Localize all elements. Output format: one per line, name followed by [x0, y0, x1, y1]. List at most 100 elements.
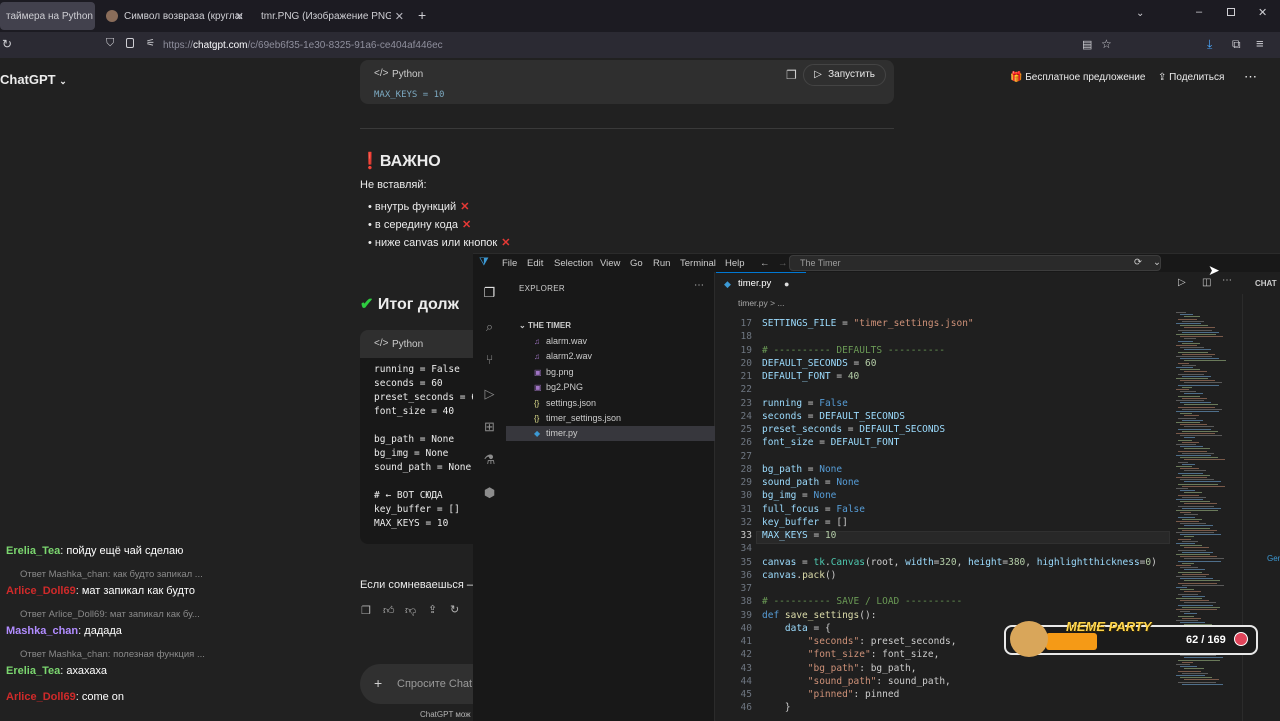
minimap-line — [1178, 681, 1216, 683]
copy-icon[interactable]: ❐ — [786, 68, 797, 82]
reader-view-icon[interactable]: ▤ — [1082, 38, 1092, 51]
minimap-line — [1182, 485, 1225, 487]
code-line[interactable]: "bg_path": bg_path, — [762, 663, 917, 674]
code-line[interactable]: bg_path = None — [762, 464, 842, 475]
code-line[interactable]: data = { — [762, 623, 831, 634]
bookmark-star-icon[interactable]: ☆ — [1101, 37, 1112, 51]
copy-icon[interactable]: ❐ — [361, 604, 371, 617]
code-line[interactable]: DEFAULT_FONT = 40 — [762, 371, 859, 382]
run-debug-icon[interactable]: ▷ — [481, 385, 498, 402]
share-button[interactable]: ⇪ Поделиться — [1158, 72, 1224, 83]
url-input[interactable]: https://chatgpt.com/c/69eb6f35-1e30-8325… — [163, 40, 443, 51]
code-line[interactable]: # ---------- SAVE / LOAD ---------- — [762, 596, 962, 607]
minimap-line — [1178, 505, 1214, 507]
minimap-line — [1176, 510, 1218, 511]
file-item[interactable]: ▣ bg2.PNG — [506, 380, 715, 395]
file-item[interactable]: ♫ alarm2.wav — [506, 349, 715, 364]
code-line[interactable]: canvas.pack() — [762, 570, 836, 581]
command-center-search[interactable]: The Timer — [789, 255, 1161, 271]
thumbs-up-icon[interactable]: 👍︎ — [383, 604, 395, 617]
line-number: 20 — [740, 357, 752, 369]
code-line[interactable]: "sound_path": sound_path, — [762, 676, 951, 687]
close-window-icon[interactable]: ✕ — [1258, 6, 1267, 19]
minimap-line — [1182, 331, 1219, 333]
source-control-icon[interactable]: ⑂ — [481, 351, 498, 368]
code-line[interactable]: } — [762, 702, 791, 713]
code-line[interactable]: MAX_KEYS = 10 — [762, 530, 836, 541]
testing-icon[interactable]: ⚗ — [481, 451, 498, 468]
back-arrow-icon[interactable]: ← — [760, 258, 770, 269]
code-line[interactable]: "font_size": font_size, — [762, 649, 940, 660]
python-icon[interactable]: ⬢ — [481, 484, 498, 501]
code-line[interactable]: full_focus = False — [762, 504, 865, 515]
more-icon[interactable]: ⋯ — [1222, 275, 1232, 286]
prompt-input[interactable]: + Спросите Chat — [360, 664, 480, 704]
file-icon: ◆ — [534, 429, 541, 439]
code-line[interactable]: def save_settings(): — [762, 610, 876, 621]
code-line[interactable]: DEFAULT_SECONDS = 60 — [762, 358, 876, 369]
minimize-icon[interactable]: – — [1196, 6, 1202, 18]
code-line[interactable]: key_buffer = [] — [762, 517, 848, 528]
menu-run[interactable]: Run — [653, 258, 670, 269]
forward-arrow-icon[interactable]: → — [778, 258, 788, 269]
thumbs-down-icon[interactable]: 👎︎ — [405, 604, 416, 617]
extensions-icon[interactable]: ⧉ — [1232, 37, 1241, 52]
tab-timer-py[interactable]: ◆ timer.py ● — [716, 272, 806, 294]
new-tab-button[interactable]: + — [418, 7, 426, 23]
code-line[interactable]: # ---------- DEFAULTS ---------- — [762, 345, 945, 356]
free-offer-button[interactable]: 🎁 Бесплатное предложение — [1010, 72, 1145, 83]
code-line[interactable]: sound_path = None — [762, 477, 859, 488]
chat-panel-label[interactable]: CHAT — [1255, 279, 1277, 288]
browser-tab[interactable]: Символ возвраза (круглая стр ✕ — [100, 2, 250, 30]
reload-icon[interactable]: ↻ — [2, 37, 12, 51]
explorer-icon[interactable]: ❐ — [481, 284, 498, 301]
menu-file[interactable]: File — [502, 258, 517, 269]
code-line[interactable]: "seconds": preset_seconds, — [762, 636, 957, 647]
more-icon[interactable]: ⋯ — [694, 280, 704, 291]
breadcrumb[interactable]: timer.py > ... — [738, 298, 785, 308]
menu-icon[interactable]: ≡ — [1256, 36, 1264, 51]
play-icon: ▷ — [814, 69, 822, 80]
shield-icon[interactable]: ⛉ — [106, 37, 114, 50]
copilot-icon[interactable]: ⟳ — [1134, 257, 1142, 268]
regenerate-icon[interactable]: ↻ — [450, 603, 459, 616]
file-item[interactable]: {} settings.json — [506, 396, 715, 411]
search-icon[interactable]: ⌕ — [481, 318, 498, 335]
maximize-icon[interactable] — [1227, 8, 1235, 16]
run-file-icon[interactable]: ▷ — [1178, 277, 1186, 288]
menu-terminal[interactable]: Terminal — [680, 258, 716, 269]
share-icon[interactable]: ⇪ — [428, 603, 437, 616]
more-icon[interactable]: ⋯ — [1244, 69, 1257, 85]
code-line[interactable]: bg_img = None — [762, 490, 836, 501]
code-line[interactable]: font_size = DEFAULT_FONT — [762, 437, 899, 448]
browser-tab[interactable]: таймера на Python — [0, 2, 95, 30]
run-button[interactable]: ▷ Запустить — [803, 64, 886, 86]
menu-go[interactable]: Go — [630, 258, 643, 269]
extensions-icon[interactable]: ⊞ — [481, 418, 498, 435]
code-line[interactable]: running = False — [762, 398, 848, 409]
chevron-down-icon[interactable]: ⌄ — [1153, 257, 1161, 268]
model-selector[interactable]: ChatGPT ⌄ — [0, 72, 67, 87]
menu-view[interactable]: View — [600, 258, 620, 269]
plus-icon[interactable]: + — [374, 675, 382, 691]
menu-selection[interactable]: Selection — [554, 258, 593, 269]
code-line[interactable]: seconds = DEFAULT_SECONDS — [762, 411, 905, 422]
close-icon[interactable]: ✕ — [395, 10, 404, 23]
file-item[interactable]: ♫ alarm.wav — [506, 334, 715, 349]
menu-edit[interactable]: Edit — [527, 258, 543, 269]
chevron-down-icon[interactable]: ⌄ — [1136, 8, 1144, 19]
close-icon[interactable]: ✕ — [235, 10, 244, 23]
lock-icon[interactable] — [126, 38, 134, 48]
browser-tab[interactable]: tmr.PNG (Изображение PNG, 1465 ✕ — [255, 2, 410, 30]
code-line[interactable]: SETTINGS_FILE = "timer_settings.json" — [762, 318, 974, 329]
folder-title[interactable]: ⌄ THE TIMER — [519, 321, 571, 330]
permissions-icon[interactable]: ⚟ — [146, 38, 155, 49]
download-icon[interactable]: ⤓ — [1207, 37, 1212, 52]
menu-help[interactable]: Help — [725, 258, 745, 269]
file-item[interactable]: ▣ bg.png — [506, 365, 715, 380]
code-line[interactable]: "pinned": pinned — [762, 689, 900, 700]
file-item[interactable]: {} timer_settings.json — [506, 411, 715, 426]
file-item[interactable]: ◆ timer.py — [506, 426, 715, 442]
code-line[interactable]: canvas = tk.Canvas(root, width=320, heig… — [762, 557, 1157, 568]
code-line[interactable]: preset_seconds = DEFAULT_SECONDS — [762, 424, 945, 435]
